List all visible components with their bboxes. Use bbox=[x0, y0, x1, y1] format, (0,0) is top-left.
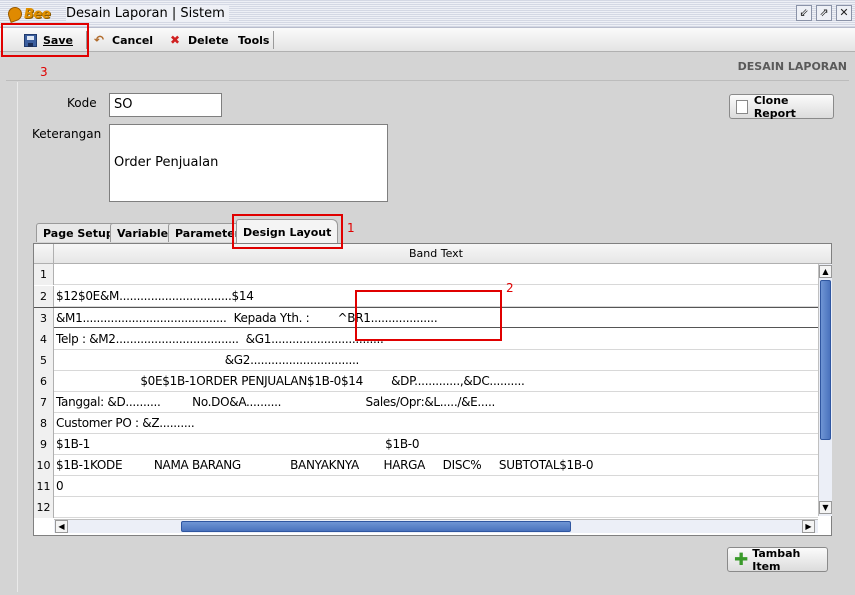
window-title-bar: Bee Desain Laporan | Sistem ⇙ ⇗ ✕ bbox=[0, 0, 855, 28]
row-number-header bbox=[34, 244, 54, 264]
clone-report-button[interactable]: Clone Report bbox=[729, 93, 834, 120]
annotation-number: 1 bbox=[347, 221, 355, 235]
table-row[interactable]: 7 Tanggal: &D.......... No.DO&A..........… bbox=[34, 392, 818, 413]
tab-variable[interactable]: Variable bbox=[110, 223, 176, 242]
table-row[interactable]: 1 bbox=[34, 264, 818, 285]
annotation-number: 3 bbox=[40, 65, 48, 79]
table-row[interactable]: 10 $1B-1KODE NAMA BARANG BANYAKNYA HARGA … bbox=[34, 455, 818, 476]
band-text-cell[interactable]: $0E$1B-1ORDER PENJUALAN$1B-0$14 &DP.....… bbox=[56, 371, 525, 392]
cancel-label: Cancel bbox=[112, 33, 154, 47]
tools-menu-button[interactable]: Tools bbox=[238, 31, 269, 49]
keterangan-label: Keterangan bbox=[32, 127, 102, 141]
tambah-item-button[interactable]: ✚ Tambah Item bbox=[727, 546, 828, 573]
kode-input[interactable]: SO bbox=[109, 93, 222, 117]
maximize-window-icon[interactable]: ⇗ bbox=[816, 5, 832, 21]
band-text-cell[interactable]: $12$0E&M................................… bbox=[56, 286, 254, 307]
scroll-down-icon[interactable]: ▼ bbox=[819, 501, 832, 514]
band-text-cell[interactable]: Customer PO : &Z.......... bbox=[56, 413, 195, 434]
band-text-cell[interactable]: Tanggal: &D.......... No.DO&A.......... … bbox=[56, 392, 495, 413]
section-title: DESAIN LAPORAN bbox=[737, 60, 847, 73]
delete-button[interactable]: ✖ Delete bbox=[168, 31, 229, 49]
table-row[interactable]: 12 bbox=[34, 497, 818, 518]
row-number: 1 bbox=[34, 264, 54, 285]
kode-label: Kode bbox=[67, 96, 97, 110]
band-text-cell[interactable]: $1B-1KODE NAMA BARANG BANYAKNYA HARGA DI… bbox=[56, 455, 593, 476]
toolbar: Save ↶ Cancel ✖ Delete Tools bbox=[0, 28, 855, 52]
row-number: 3 bbox=[34, 308, 54, 329]
tools-label: Tools bbox=[238, 33, 270, 47]
cancel-button[interactable]: ↶ Cancel bbox=[92, 31, 153, 49]
row-number: 6 bbox=[34, 371, 54, 392]
row-number: 4 bbox=[34, 329, 54, 350]
toolbar-separator bbox=[273, 31, 274, 49]
vertical-scrollbar[interactable]: ▲ ▼ bbox=[818, 264, 832, 516]
scroll-left-icon[interactable]: ◀ bbox=[55, 520, 68, 533]
row-number: 7 bbox=[34, 392, 54, 413]
table-row[interactable]: 5 &G2............................... bbox=[34, 350, 818, 371]
window-title: Desain Laporan | Sistem bbox=[66, 6, 229, 21]
annotation-box-save bbox=[1, 23, 89, 57]
band-text-column-header[interactable]: Band Text bbox=[54, 244, 818, 264]
clone-report-label: Clone Report bbox=[753, 93, 796, 120]
horizontal-scroll-thumb[interactable] bbox=[181, 521, 571, 532]
keterangan-textarea[interactable]: Order Penjualan bbox=[109, 124, 388, 202]
row-number: 2 bbox=[34, 286, 54, 307]
divider bbox=[6, 80, 849, 81]
annotation-box-cell bbox=[355, 290, 502, 341]
restore-window-icon[interactable]: ⇙ bbox=[796, 5, 812, 21]
grid-header: Band Text bbox=[34, 244, 831, 264]
row-number: 11 bbox=[34, 476, 54, 497]
undo-arrow-icon: ↶ bbox=[93, 33, 105, 47]
band-text-cell[interactable]: $1B-1 $1B-0 bbox=[56, 434, 419, 455]
band-text-cell[interactable]: 0 bbox=[56, 476, 64, 497]
horizontal-scrollbar[interactable]: ◀ ▶ bbox=[54, 519, 818, 533]
band-text-grid[interactable]: Band Text 1 2 $12$0E&M...................… bbox=[33, 243, 832, 536]
vertical-scroll-thumb[interactable] bbox=[820, 280, 831, 440]
app-logo: Bee bbox=[6, 5, 51, 23]
row-number: 9 bbox=[34, 434, 54, 455]
delete-label: Delete bbox=[188, 33, 229, 47]
table-row[interactable]: 11 0 bbox=[34, 476, 818, 497]
copy-page-icon bbox=[736, 97, 751, 114]
band-text-cell[interactable]: &G2............................... bbox=[56, 350, 360, 371]
row-number: 10 bbox=[34, 455, 54, 476]
close-window-icon[interactable]: ✕ bbox=[836, 5, 852, 21]
scroll-right-icon[interactable]: ▶ bbox=[802, 520, 815, 533]
annotation-box-design-layout bbox=[232, 214, 343, 249]
tambah-item-label: Tambah Item bbox=[752, 546, 801, 573]
band-text-cell[interactable]: Telp : &M2..............................… bbox=[56, 329, 384, 350]
row-number: 8 bbox=[34, 413, 54, 434]
table-row[interactable]: 8 Customer PO : &Z.......... bbox=[34, 413, 818, 434]
tab-page-setup[interactable]: Page Setup bbox=[36, 223, 121, 242]
table-row[interactable]: 9 $1B-1 $1B-0 bbox=[34, 434, 818, 455]
plus-icon: ✚ bbox=[734, 549, 749, 570]
scroll-up-icon[interactable]: ▲ bbox=[819, 265, 832, 278]
row-number: 5 bbox=[34, 350, 54, 371]
annotation-number: 2 bbox=[506, 281, 514, 295]
logo-text: Bee bbox=[24, 6, 51, 22]
bee-logo-icon bbox=[6, 5, 24, 23]
row-number: 12 bbox=[34, 497, 54, 518]
delete-x-icon: ✖ bbox=[169, 33, 181, 47]
table-row[interactable]: 6 $0E$1B-1ORDER PENJUALAN$1B-0$14 &DP...… bbox=[34, 371, 818, 392]
